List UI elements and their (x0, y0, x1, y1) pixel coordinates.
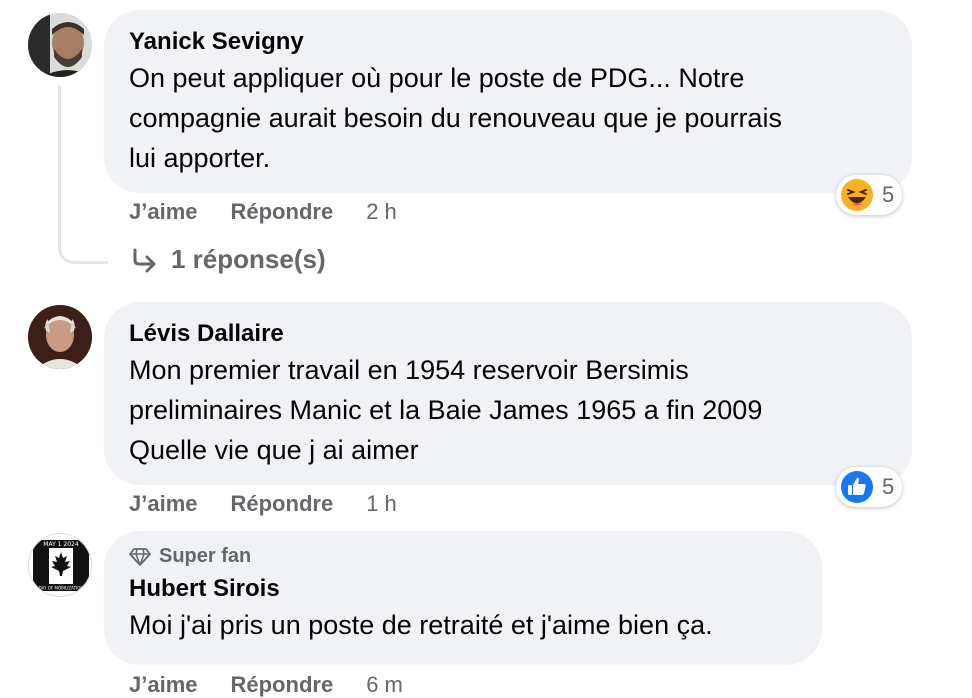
author-name[interactable]: Lévis Dallaire (129, 318, 886, 350)
timestamp[interactable]: 6 m (366, 672, 403, 698)
reaction-count: 5 (882, 182, 895, 207)
comment-line: compagnie aurait besoin du renouveau que… (129, 103, 782, 133)
replies-count-label[interactable]: 1 réponse(s) (171, 244, 326, 275)
thread-connector (58, 86, 108, 264)
comment-line: lui apporter. (129, 143, 271, 173)
reaction-count: 5 (882, 474, 895, 499)
avatar-logo-text: MAY 1 2024 (43, 541, 79, 548)
comment-actions: J’aime Répondre 1 h (129, 491, 397, 517)
timestamp[interactable]: 2 h (366, 199, 397, 225)
like-button[interactable]: J’aime (129, 491, 198, 517)
comment-bubble: Super fan Hubert Sirois Moi j'ai pris un… (104, 531, 822, 665)
comment-bubble: Yanick Sevigny On peut appliquer où pour… (104, 10, 912, 193)
comment-line: Mon premier travail en 1954 reservoir Be… (129, 355, 689, 385)
author-name[interactable]: Hubert Sirois (129, 573, 796, 605)
avatar[interactable] (28, 305, 92, 369)
reply-button[interactable]: Répondre (231, 491, 334, 517)
comment-line: preliminaires Manic et la Baie James 196… (129, 395, 763, 425)
comment-line: Moi j'ai pris un poste de retraité et j'… (129, 610, 713, 640)
comment-line: Quelle vie que j ai aimer (129, 435, 419, 465)
timestamp[interactable]: 1 h (366, 491, 397, 517)
comment-actions: J’aime Répondre 2 h (129, 199, 397, 225)
avatar-logo-subtext: DAY OF MOBILIZATION (39, 586, 84, 591)
diamond-icon (129, 548, 151, 566)
like-button[interactable]: J’aime (129, 672, 198, 698)
comment-bubble: Lévis Dallaire Mon premier travail en 19… (104, 302, 912, 485)
comment-line: On peut appliquer où pour le poste de PD… (129, 63, 745, 93)
reaction-summary[interactable]: 5 (836, 467, 903, 507)
reply-arrow-icon (133, 248, 156, 272)
comment-text: Moi j'ai pris un poste de retraité et j'… (129, 605, 796, 645)
super-fan-badge[interactable]: Super fan (129, 543, 796, 569)
reaction-summary[interactable]: 5 (836, 175, 903, 215)
view-replies-button[interactable]: 1 réponse(s) (131, 244, 326, 275)
thumbs-up-icon (841, 471, 873, 503)
comment-actions: J’aime Répondre 6 m (129, 672, 403, 698)
badge-label: Super fan (159, 545, 252, 567)
reply-button[interactable]: Répondre (231, 672, 334, 698)
avatar[interactable] (28, 13, 92, 77)
reply-button[interactable]: Répondre (231, 199, 334, 225)
comment-text: On peut appliquer où pour le poste de PD… (129, 58, 886, 178)
author-name[interactable]: Yanick Sevigny (129, 26, 886, 58)
avatar[interactable]: MAY 1 2024 DAY OF MOBILIZATION (28, 533, 92, 597)
comment-text: Mon premier travail en 1954 reservoir Be… (129, 350, 886, 470)
laughing-emoji-icon (841, 179, 873, 211)
like-button[interactable]: J’aime (129, 199, 198, 225)
